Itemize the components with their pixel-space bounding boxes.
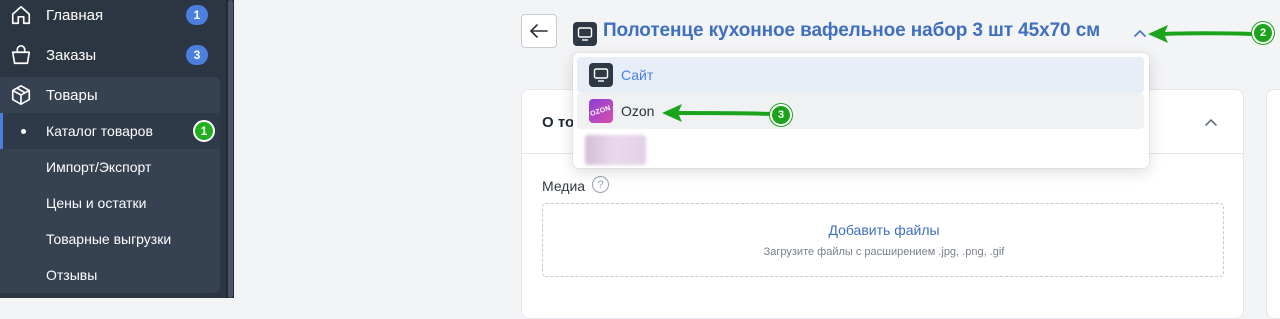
add-files-link[interactable]: Добавить файлы [543,222,1225,238]
ozon-logo-icon: OZON [589,99,613,123]
scrollbar-thumb[interactable] [228,0,233,298]
sidebar-subitem-label: Товарные выгрузки [46,231,172,247]
option-label: Ozon [621,103,655,119]
home-icon [11,5,31,25]
sidebar-subitem-catalog[interactable]: Каталог товаров 1 [0,113,220,149]
sidebar: Главная 1 Заказы 3 Товары Каталог товаро… [0,0,234,298]
sidebar-subitem-label: Отзывы [46,267,98,283]
annotation-arrow-2 [1148,25,1254,43]
sidebar-subitem-label: Каталог товаров [46,123,153,139]
sidebar-item-label: Товары [46,86,98,104]
file-dropzone[interactable]: Добавить файлы Загрузите файлы с расшире… [542,203,1224,277]
media-label: Медиа [542,178,586,194]
monitor-icon [573,22,597,46]
sidebar-item-orders[interactable]: Заказы 3 [0,37,220,73]
annotation-marker-2: 2 [1252,22,1274,44]
upload-hint: Загрузите файлы с расширением .jpg, .png… [763,246,1005,258]
monitor-icon [589,63,613,87]
sidebar-item-products[interactable]: Товары [0,77,220,113]
sidebar-subitem-reviews[interactable]: Отзывы [0,257,220,293]
sidebar-subitem-import-export[interactable]: Импорт/Экспорт [0,149,220,185]
dropdown-option-site[interactable]: Сайт [577,57,1144,93]
annotation-arrow-3 [662,104,774,122]
sidebar-item-label: Главная [46,6,104,24]
blurred-icon[interactable] [585,135,646,165]
chevron-up-icon[interactable] [1203,115,1219,129]
option-label: Сайт [621,67,654,83]
annotation-marker-3: 3 [770,104,792,126]
basket-icon [11,45,31,65]
count-badge: 1 [186,5,208,25]
sidebar-group-products: Товары Каталог товаров 1 Импорт/Экспорт … [0,77,220,293]
sidebar-item-home[interactable]: Главная 1 [0,0,220,33]
annotation-marker-1: 1 [193,120,215,142]
arrow-left-icon [530,24,548,38]
active-indicator [0,113,3,149]
card-title: О то [542,114,575,131]
help-icon[interactable]: ? [592,176,609,193]
side-card [1266,89,1280,319]
bullet-icon [21,129,26,134]
count-badge: 3 [186,45,208,65]
sidebar-subitem-prices-stock[interactable]: Цены и остатки [0,185,220,221]
sidebar-subitem-label: Цены и остатки [46,195,147,211]
product-title[interactable]: Полотенце кухонное вафельное набор 3 шт … [603,20,1100,42]
box-icon [11,85,31,105]
sidebar-subitem-label: Импорт/Экспорт [46,159,152,175]
back-button[interactable] [521,14,557,48]
sidebar-subitem-product-exports[interactable]: Товарные выгрузки [0,221,220,257]
sidebar-item-label: Заказы [46,46,97,64]
